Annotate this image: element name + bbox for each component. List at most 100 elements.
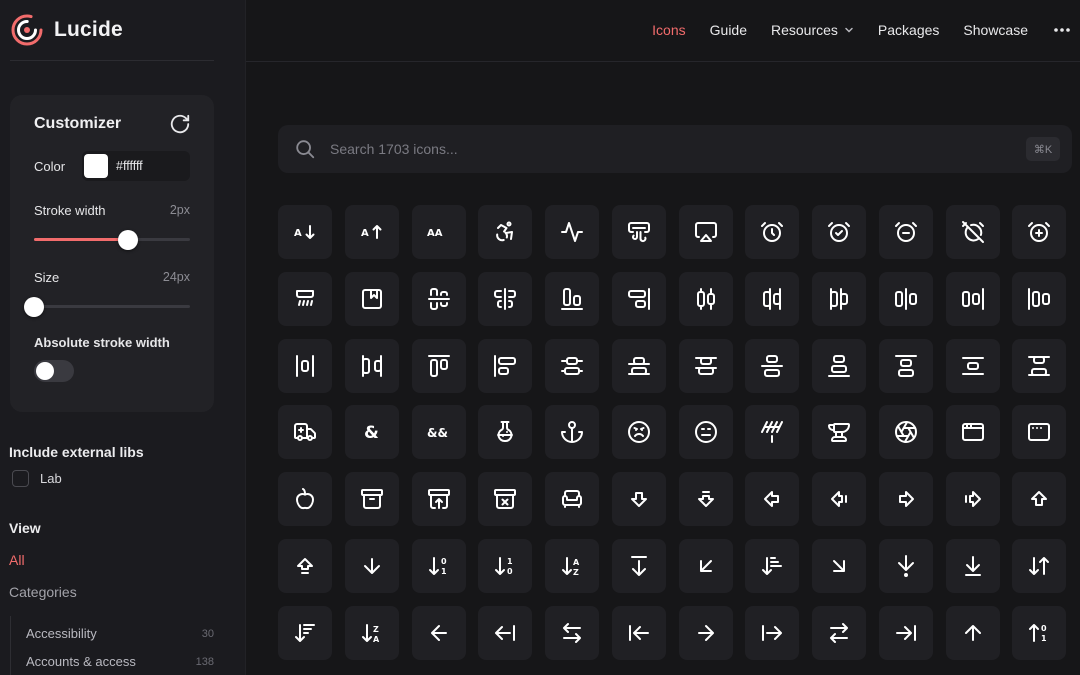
stroke-width-slider[interactable]: [34, 230, 190, 250]
nav-resources[interactable]: Resources: [771, 22, 854, 38]
icon-tile-arrow-down-z-a[interactable]: ZA: [344, 605, 399, 660]
icon-tile-arrow-up[interactable]: [945, 605, 1000, 660]
nav-guide[interactable]: Guide: [710, 22, 747, 38]
icon-tile-arrow-left-right[interactable]: [545, 605, 599, 660]
lab-checkbox[interactable]: [12, 470, 29, 487]
icon-tile-arrow-down-left[interactable]: [678, 538, 733, 593]
icon-tile-archive-restore[interactable]: [411, 472, 466, 526]
icon-tile-arrow-up-0-1[interactable]: 01: [1012, 605, 1067, 660]
icon-tile-arrow-down-a-z[interactable]: AZ: [545, 538, 599, 593]
rotate-cw-icon[interactable]: [169, 113, 191, 135]
icon-tile-align-end-vertical[interactable]: [611, 271, 666, 326]
lab-checkbox-label[interactable]: Lab: [40, 471, 62, 486]
icon-tile-arrow-down-1-0[interactable]: 10: [478, 538, 533, 593]
icon-tile-alarm-smoke[interactable]: [278, 271, 332, 326]
icon-tile-ampersands[interactable]: &&: [411, 405, 466, 460]
view-all-link[interactable]: All: [9, 552, 25, 568]
search-input[interactable]: [330, 135, 1010, 163]
icon-tile-arrow-right-left[interactable]: [812, 605, 866, 660]
icon-tile-alarm-clock-plus[interactable]: [1012, 205, 1067, 259]
icon-tile-alarm-clock-off[interactable]: [945, 205, 1000, 259]
icon-tile-air-vent[interactable]: [611, 205, 666, 259]
icon-tile-album[interactable]: [344, 271, 399, 326]
icon-tile-arrow-big-right-dash[interactable]: [945, 472, 1000, 526]
nav-packages[interactable]: Packages: [878, 22, 939, 38]
icon-tile-antenna[interactable]: [745, 405, 800, 460]
icon-tile-arrow-big-down-dash[interactable]: [678, 472, 733, 526]
icon-tile-archive-x[interactable]: [478, 472, 533, 526]
icon-tile-ambulance[interactable]: [278, 405, 332, 460]
view-categories-link[interactable]: Categories: [9, 584, 77, 600]
icon-tile-align-vertical-justify-start[interactable]: [878, 338, 933, 393]
color-hex-value[interactable]: #ffffff: [116, 159, 143, 173]
icon-tile-align-horizontal-justify-end[interactable]: [945, 271, 1000, 326]
icon-tile-anvil[interactable]: [812, 405, 866, 460]
icon-tile-arrow-big-right[interactable]: [878, 472, 933, 526]
icon-tile-alarm-clock-check[interactable]: [812, 205, 866, 259]
icon-tile-arrow-down-to-line[interactable]: [945, 538, 1000, 593]
icon-tile-arrow-down-to-dot[interactable]: [878, 538, 933, 593]
icon-tile-ampersand[interactable]: &: [344, 405, 399, 460]
size-slider-thumb[interactable]: [24, 297, 44, 317]
icon-tile-arrow-down-wide-narrow[interactable]: [278, 605, 332, 660]
icon-tile-arrow-down-right[interactable]: [812, 538, 866, 593]
icon-tile-arrow-big-up-dash[interactable]: [278, 538, 332, 593]
icon-tile-align-vertical-distribute-center[interactable]: [545, 338, 599, 393]
icon-tile-arrow-right-from-line[interactable]: [745, 605, 800, 660]
nav-showcase[interactable]: Showcase: [963, 22, 1028, 38]
icon-tile-align-vertical-justify-center[interactable]: [745, 338, 800, 393]
icon-tile-align-end-horizontal[interactable]: [545, 271, 599, 326]
icon-tile-anchor[interactable]: [545, 405, 599, 460]
icon-tile-align-horizontal-justify-center[interactable]: [878, 271, 933, 326]
icon-tile-arrow-left[interactable]: [411, 605, 466, 660]
color-picker[interactable]: #ffffff: [82, 151, 190, 181]
icon-tile-align-start-horizontal[interactable]: [411, 338, 466, 393]
icon-tile-align-center-horizontal[interactable]: [411, 271, 466, 326]
icon-tile-align-vertical-space-between[interactable]: [1012, 338, 1067, 393]
icon-tile-armchair[interactable]: [545, 472, 599, 526]
icon-tile-arrow-big-down[interactable]: [611, 472, 666, 526]
icon-tile-align-horizontal-justify-start[interactable]: [1012, 271, 1067, 326]
icon-tile-align-vertical-distribute-start[interactable]: [678, 338, 733, 393]
icon-search-bar[interactable]: ⌘K: [278, 125, 1072, 173]
icon-tile-align-start-vertical[interactable]: [478, 338, 533, 393]
more-horizontal-icon[interactable]: [1052, 20, 1072, 40]
icon-tile-arrow-big-left[interactable]: [745, 472, 800, 526]
icon-tile-align-center-vertical[interactable]: [478, 271, 533, 326]
icon-tile-align-horizontal-distribute-start[interactable]: [812, 271, 866, 326]
icon-tile-annoyed[interactable]: [678, 405, 733, 460]
icon-tile-align-horizontal-distribute-center[interactable]: [678, 271, 733, 326]
icon-tile-arrow-down[interactable]: [344, 538, 399, 593]
icon-tile-a-arrow-up[interactable]: A: [344, 205, 399, 259]
icon-tile-accessibility[interactable]: [478, 205, 533, 259]
category-item-accessibility[interactable]: Accessibility 30: [26, 624, 216, 644]
absolute-stroke-toggle[interactable]: [34, 360, 74, 382]
icon-tile-angry[interactable]: [611, 405, 666, 460]
icon-tile-apple[interactable]: [278, 472, 332, 526]
brand[interactable]: Lucide: [10, 10, 214, 50]
icon-tile-arrow-right-to-line[interactable]: [878, 605, 933, 660]
icon-tile-align-horizontal-space-between[interactable]: [344, 338, 399, 393]
size-slider[interactable]: [24, 297, 190, 317]
icon-tile-aperture[interactable]: [878, 405, 933, 460]
icon-tile-arrow-big-up[interactable]: [1012, 472, 1067, 526]
icon-tile-arrow-down-up[interactable]: [1012, 538, 1067, 593]
icon-tile-arrow-down-0-1[interactable]: 01: [411, 538, 466, 593]
category-item-accounts-access[interactable]: Accounts & access 138: [26, 652, 216, 672]
icon-tile-airplay[interactable]: [678, 205, 733, 259]
icon-tile-app-window-mac[interactable]: [1012, 405, 1067, 460]
icon-tile-app-window[interactable]: [945, 405, 1000, 460]
icon-tile-arrow-down-narrow-wide[interactable]: [745, 538, 800, 593]
icon-tile-arrow-big-left-dash[interactable]: [812, 472, 866, 526]
nav-icons[interactable]: Icons: [652, 22, 685, 38]
icon-tile-align-vertical-justify-end[interactable]: [812, 338, 866, 393]
icon-tile-align-vertical-space-around[interactable]: [945, 338, 1000, 393]
icon-tile-align-horizontal-distribute-end[interactable]: [745, 271, 800, 326]
icon-tile-align-vertical-distribute-end[interactable]: [611, 338, 666, 393]
icon-tile-arrow-down-from-line[interactable]: [611, 538, 666, 593]
icon-tile-arrow-right[interactable]: [678, 605, 733, 660]
icon-tile-case-sensitive[interactable]: AA: [411, 205, 466, 259]
icon-tile-activity[interactable]: [545, 205, 599, 259]
icon-tile-archive[interactable]: [344, 472, 399, 526]
icon-tile-align-horizontal-space-around[interactable]: [278, 338, 332, 393]
